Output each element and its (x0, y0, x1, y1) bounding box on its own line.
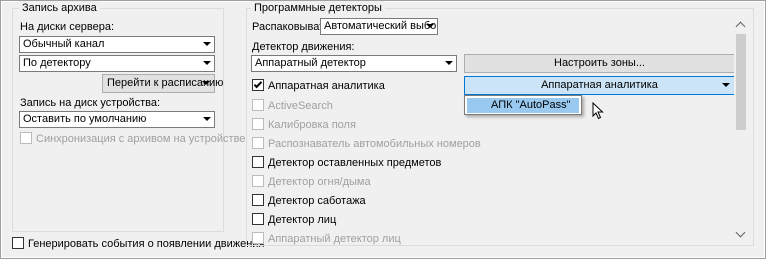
detector-checkbox[interactable] (252, 232, 264, 244)
detector-label: Распознаватель автомобильных номеров (268, 138, 481, 150)
motion-detector-select[interactable]: Аппаратный детектор (251, 55, 457, 72)
scroll-down-icon[interactable] (734, 228, 748, 242)
unpack-select-value: Автоматический выбор (324, 20, 438, 32)
generate-events-label: Генерировать события о появлении движени… (28, 238, 265, 250)
device-select-value: Оставить по умолчанию (23, 113, 147, 125)
detector-checkbox[interactable] (252, 156, 264, 168)
hw-analytics-select-value: Аппаратная аналитика (541, 79, 658, 91)
detector-checkbox[interactable] (252, 79, 264, 91)
device-select[interactable]: Оставить по умолчанию (19, 111, 215, 128)
chevron-down-icon (203, 117, 211, 121)
hw-analytics-select[interactable]: Аппаратная аналитика (464, 76, 735, 95)
generate-events-checkbox[interactable] (12, 237, 24, 249)
detector-label: Детектор лиц (268, 214, 337, 226)
detector-label: Аппаратный детектор лиц (268, 233, 401, 245)
unpack-select[interactable]: Автоматический выбор (320, 18, 438, 35)
detector-label: Калибровка поля (268, 119, 356, 131)
detector-label: Детектор огня/дыма (268, 176, 371, 188)
detector-checkbox[interactable] (252, 194, 264, 206)
chevron-down-icon (202, 81, 210, 85)
chevron-down-icon (203, 61, 211, 65)
scroll-thumb[interactable] (736, 34, 746, 130)
detector-label: ActiveSearch (268, 100, 333, 112)
motion-detector-label: Детектор движения: (252, 41, 355, 53)
mode-select[interactable]: По детектору (19, 55, 215, 72)
detector-checkbox[interactable] (252, 175, 264, 187)
detector-checkbox[interactable] (252, 99, 264, 111)
detectors-group-legend: Программные детекторы (251, 1, 385, 15)
sync-checkbox-label: Синхронизация с архивом на устройстве (36, 133, 246, 145)
schedule-button[interactable]: Перейти к расписанию (102, 74, 223, 93)
detector-label: Детектор оставленных предметов (268, 157, 442, 169)
detector-label: Детектор саботажа (268, 195, 366, 207)
detector-checkbox[interactable] (252, 137, 264, 149)
hw-analytics-popup: АПК "AutoPass" (464, 95, 582, 115)
detector-checkbox[interactable] (252, 213, 264, 225)
check-icon (253, 79, 263, 89)
detector-label: Аппаратная аналитика (268, 80, 385, 92)
mouse-cursor-icon (592, 102, 604, 120)
popup-option-autopass[interactable]: АПК "AutoPass" (467, 98, 579, 113)
chevron-down-icon (203, 42, 211, 46)
configure-zones-button-label: Настроить зоны... (554, 57, 645, 69)
channel-select[interactable]: Обычный канал (19, 36, 215, 53)
scroll-up-icon[interactable] (734, 18, 748, 32)
archive-group-legend: Запись архива (19, 1, 100, 15)
chevron-down-icon (426, 24, 434, 28)
sync-checkbox[interactable] (20, 132, 32, 144)
detector-checkbox[interactable] (252, 118, 264, 130)
chevron-down-icon (722, 83, 730, 87)
device-disk-label: Запись на диск устройства: (20, 97, 161, 109)
channel-select-value: Обычный канал (23, 38, 105, 50)
chevron-down-icon (445, 61, 453, 65)
motion-detector-select-value: Аппаратный детектор (255, 57, 366, 69)
configure-zones-button[interactable]: Настроить зоны... (464, 54, 735, 73)
detectors-scrollbar[interactable] (734, 18, 748, 242)
mode-select-value: По детектору (23, 57, 91, 69)
server-disks-label: На диски сервера: (20, 21, 115, 33)
